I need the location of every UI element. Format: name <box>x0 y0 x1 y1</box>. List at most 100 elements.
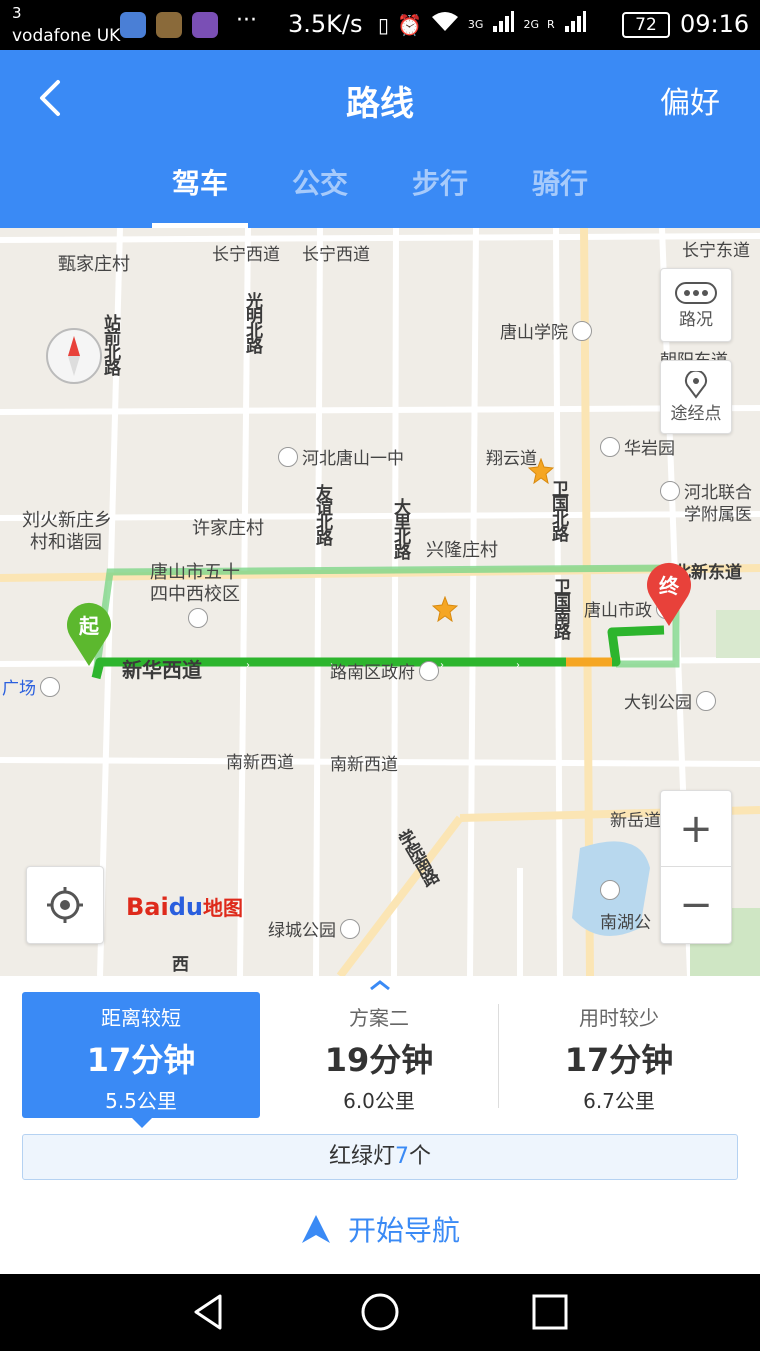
park-icon <box>600 880 620 900</box>
carrier-number: 3 <box>12 4 22 22</box>
zoom-in-button[interactable]: + <box>661 791 731 867</box>
zoom-out-button[interactable]: − <box>661 867 731 943</box>
waypoint-button[interactable]: 途经点 <box>660 360 732 434</box>
poi-lunan-gov[interactable]: 路南区政府 <box>330 658 439 683</box>
poi-hebei-no1[interactable]: 河北唐山一中 <box>278 444 404 469</box>
header: 路线 偏好 驾车 公交 步行 骑行 <box>0 50 760 228</box>
vibrate-icon: ▯ <box>378 12 390 37</box>
tab-walk[interactable]: 步行 <box>380 162 500 228</box>
poi-square[interactable]: 广场 <box>2 674 60 699</box>
poi-huayan[interactable]: 华岩园 <box>600 434 675 459</box>
start-pin[interactable]: 起 <box>64 602 114 668</box>
compass-icon[interactable] <box>46 328 102 384</box>
map-label: 四中西校区 <box>150 584 240 605</box>
government-icon <box>419 660 439 681</box>
park-icon <box>340 918 360 939</box>
residence-icon <box>600 436 620 457</box>
map-label: 许家庄村 <box>192 518 264 539</box>
map-label: 学附属医 <box>684 505 752 525</box>
school-icon <box>188 608 208 628</box>
end-pin[interactable]: 终 <box>644 562 694 628</box>
svg-text:›: › <box>440 660 444 671</box>
tab-drive[interactable]: 驾车 <box>140 162 260 228</box>
map-label: 南新西道 <box>226 753 294 773</box>
roaming-indicator: R <box>546 18 555 31</box>
alarm-icon: ⏰ <box>397 12 422 37</box>
route-option-1[interactable]: 距离较短 17分钟 5.5公里 <box>22 992 260 1128</box>
locate-button[interactable] <box>26 866 104 944</box>
recent-apps-icon[interactable] <box>530 1292 570 1332</box>
traffic-lights-count: 7 <box>395 1144 409 1169</box>
map-label: 长宁西道 <box>302 245 370 265</box>
map-label: 兴隆庄村 <box>426 540 498 561</box>
network-speed: 3.5K/s <box>288 10 363 38</box>
location-app-icon <box>120 12 146 38</box>
traffic-label: 路况 <box>679 309 713 330</box>
route-panel: 距离较短 17分钟 5.5公里 方案二 19分钟 6.0公里 用时较少 17分钟… <box>0 976 760 1274</box>
status-bar: 3 vodafone UK ··· 3.5K/s ▯ ⏰ 3G 2G R 72 … <box>0 0 760 50</box>
map-label: 光明北路 <box>242 292 262 352</box>
map-label: 卫国北路 <box>548 480 568 540</box>
map-label: 卫国南路 <box>550 578 570 638</box>
map-label: 南湖公 <box>600 913 651 933</box>
location-pin-icon <box>685 370 707 399</box>
star-icon[interactable] <box>528 458 554 484</box>
poi-tangshan-college[interactable]: 唐山学院 <box>500 318 592 343</box>
map-view[interactable]: › › › › 长宁西道 长宁西道 长宁东道 甄家庄村 光明北路 站前北路 唐山… <box>0 228 760 976</box>
tab-transit[interactable]: 公交 <box>260 162 380 228</box>
place-icon <box>40 676 60 697</box>
route-option-2[interactable]: 方案二 19分钟 6.0公里 <box>260 992 498 1118</box>
more-notifications-icon: ··· <box>236 8 257 33</box>
poi-dazhao-park[interactable]: 大钊公园 <box>624 688 716 713</box>
zoom-control: + − <box>660 790 732 944</box>
star-icon[interactable] <box>432 596 458 622</box>
route-option-3[interactable]: 用时较少 17分钟 6.7公里 <box>500 992 738 1118</box>
map-label: 新岳道 <box>610 811 661 831</box>
chevron-up-icon[interactable] <box>368 978 392 992</box>
svg-text:›: › <box>246 660 250 671</box>
poi-nanhu-park[interactable] <box>600 880 620 900</box>
signal-3g: 3G <box>467 18 484 31</box>
home-circle-icon[interactable] <box>360 1292 400 1332</box>
svg-text:›: › <box>516 660 520 671</box>
traffic-icon <box>675 281 717 304</box>
tab-cycle[interactable]: 骑行 <box>500 162 620 228</box>
traffic-button[interactable]: 路况 <box>660 268 732 342</box>
start-navigation-button[interactable]: 开始导航 <box>0 1194 760 1264</box>
map-label: 村和谐园 <box>30 532 102 553</box>
signal-2g: 2G <box>523 18 539 31</box>
back-triangle-icon[interactable] <box>190 1292 230 1332</box>
map-label: 长宁西道 <box>212 245 280 265</box>
page-title: 路线 <box>346 84 414 124</box>
start-navigation-label: 开始导航 <box>347 1214 460 1247</box>
signal-icon <box>491 10 515 39</box>
waypoint-label: 途经点 <box>670 403 722 424</box>
road-label-xinhua: 新华西道 <box>122 658 202 682</box>
gallery-app-icon <box>156 12 182 38</box>
divider <box>498 1004 499 1108</box>
clock: 09:16 <box>680 10 750 38</box>
map-label: 甄家庄村 <box>58 254 130 275</box>
map-label: 大里北路 <box>390 498 410 558</box>
navigation-arrow-icon <box>301 1215 330 1243</box>
preference-button[interactable]: 偏好 <box>660 78 720 122</box>
hospital-icon <box>660 480 680 501</box>
crosshair-icon <box>47 887 83 923</box>
poi-lvcheng-park[interactable]: 绿城公园 <box>268 916 360 941</box>
school-icon <box>278 446 298 467</box>
map-label: 长宁东道 <box>682 241 750 261</box>
traffic-lights-info[interactable]: 红绿灯7个 <box>22 1134 738 1180</box>
carrier-name: vodafone UK <box>12 26 121 46</box>
wifi-icon <box>430 11 460 38</box>
transport-tabs: 驾车 公交 步行 骑行 <box>140 162 620 228</box>
park-icon <box>696 690 716 711</box>
map-label: 友谊北路 <box>312 484 332 544</box>
photo-app-icon <box>192 12 218 38</box>
map-label: 南新西道 <box>330 755 398 775</box>
map-label: 站前北路 <box>100 314 120 374</box>
signal-2-icon <box>563 10 587 39</box>
map-label: 西 <box>172 955 189 975</box>
school-icon <box>572 320 592 341</box>
baidu-logo: Bai du 地图 <box>126 892 243 921</box>
battery-icon: 72 <box>622 12 670 38</box>
